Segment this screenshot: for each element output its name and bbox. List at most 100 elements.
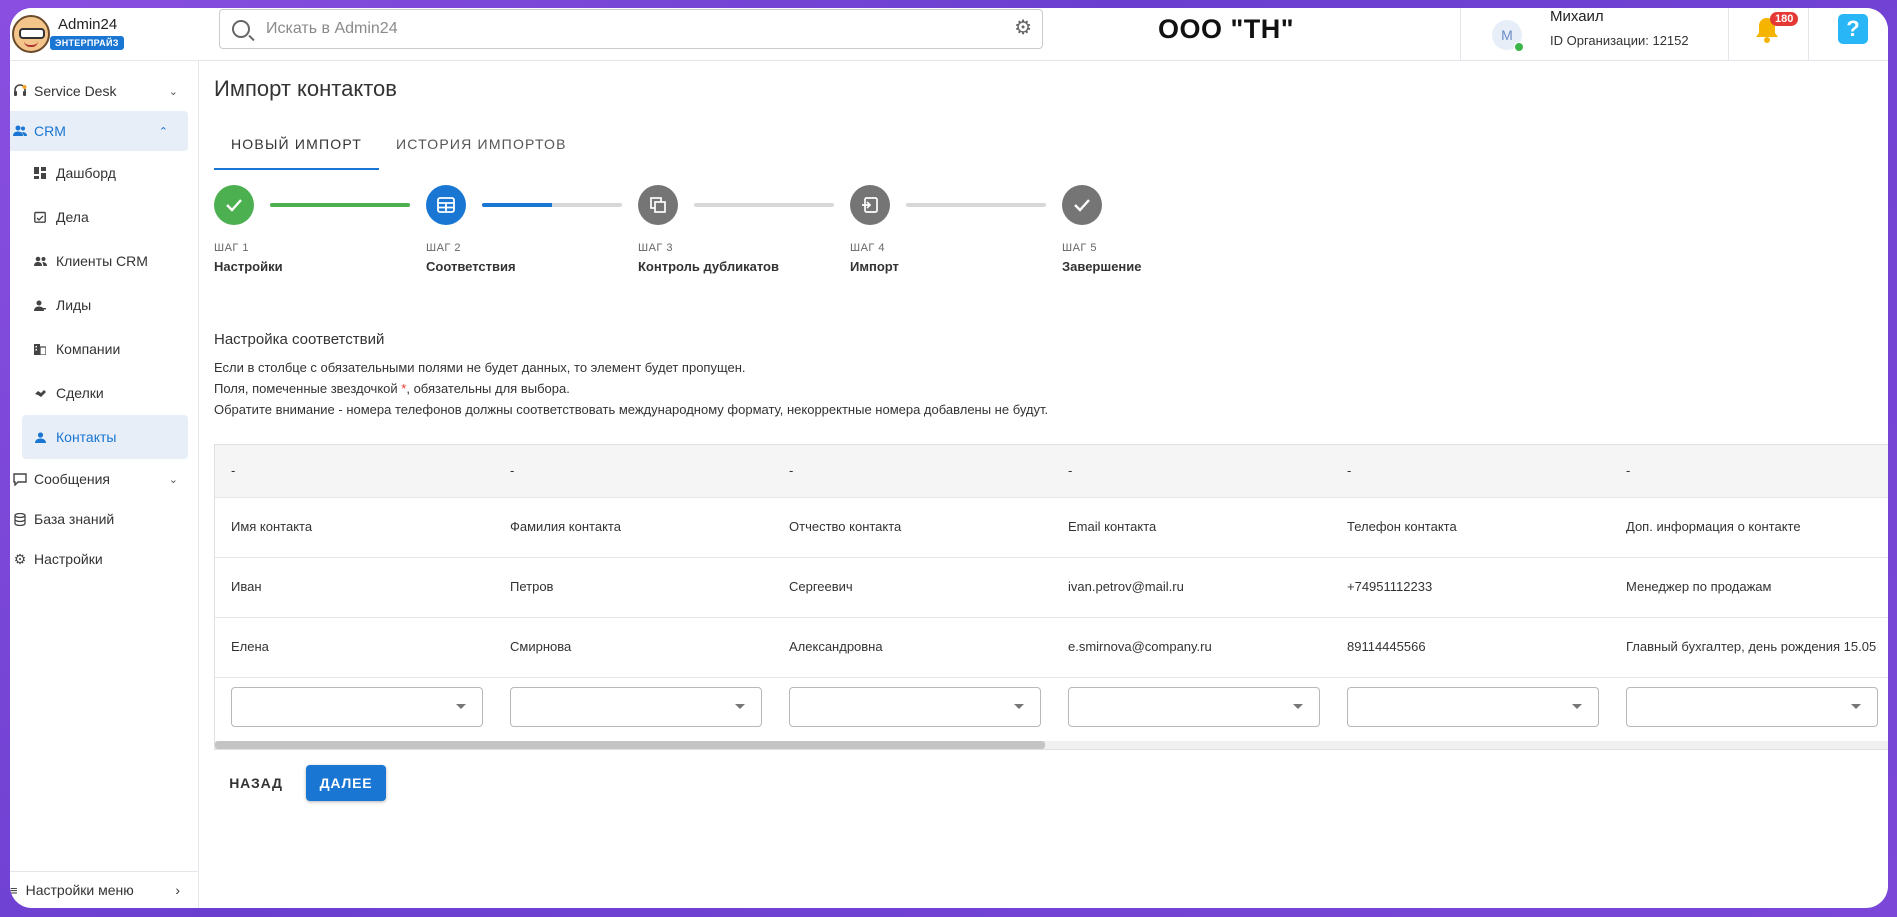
table-row: Иван Петров Сергеевич ivan.petrov@mail.r… [215,557,1888,618]
page-title: Импорт контактов [214,76,397,101]
field-select[interactable] [789,687,1041,727]
sidebar-item-deals[interactable]: Сделки [10,371,198,415]
step-2-table-icon [426,185,466,225]
sidebar-item-tasks[interactable]: Дела [10,195,198,239]
sidebar-item-label: База знаний [34,511,115,527]
sidebar-item-label: Сделки [56,385,104,401]
next-button[interactable]: ДАЛЕЕ [306,765,386,801]
step-connector [482,203,622,207]
back-button[interactable]: НАЗАД [214,765,298,801]
scrollbar-thumb[interactable] [215,741,1045,749]
step-label: Настройки [214,259,283,274]
organization-title: ООО "ТН" [1158,14,1295,44]
stepper: ШАГ 1 Настройки ШАГ 2 Соответствия ШАГ 3… [214,185,1154,295]
search-settings-gear-icon[interactable]: ⚙ [1014,18,1032,38]
sidebar-item-crm-clients[interactable]: Клиенты CRM [10,239,198,283]
table-cell: Телефон контакта [1347,519,1457,534]
app-name: Admin24 [58,16,118,33]
hint-text-part: , обязательны для выбора. [406,381,570,396]
calendar-check-icon [32,211,48,223]
sidebar-item-crm[interactable]: CRM ⌃ [10,111,188,151]
notification-count-badge: 180 [1770,12,1799,26]
field-select[interactable] [1068,687,1320,727]
user-name[interactable]: Михаил [1550,8,1604,25]
step-connector [694,203,834,207]
step-5-check-icon [1062,185,1102,225]
sidebar-item-companies[interactable]: Компании [10,327,198,371]
table-cell: Имя контакта [231,519,313,534]
table-cell: Елена [231,639,269,654]
search-input[interactable] [264,19,988,39]
chevron-down-icon: ⌄ [168,85,178,98]
sidebar-item-leads[interactable]: Лиды [10,283,198,327]
building-icon [32,343,48,355]
field-select[interactable] [1626,687,1878,727]
sidebar-item-knowledge-base[interactable]: База знаний [10,499,198,539]
logo-icon [12,15,50,53]
chevron-down-icon: ⌄ [168,473,178,486]
table-header-cell: - [1347,463,1352,478]
topbar: ⚙ ООО "ТН" М Михаил ID Организации: 1215… [198,8,1888,61]
table-cell: e.smirnova@company.ru [1068,639,1212,654]
table-header-cell: - [231,463,236,478]
tab-import-history[interactable]: ИСТОРИЯ ИМПОРТОВ [379,120,584,168]
hint-text: Если в столбце с обязательными полями не… [214,360,746,375]
online-status-dot [1514,42,1524,52]
table-cell: Петров [510,579,554,594]
table-header-cell: - [510,463,515,478]
step-number: ШАГ 5 [1062,242,1098,254]
sidebar-item-label: Service Desk [34,83,117,99]
step-number: ШАГ 2 [426,242,462,254]
step-3-copy-icon [638,185,678,225]
chevron-up-icon: ⌃ [158,125,168,138]
sidebar-item-settings[interactable]: ⚙ Настройки [10,539,198,579]
step-label: Соответствия [426,259,516,274]
step-label: Завершение [1062,259,1142,274]
person-add-icon [32,300,48,311]
step-connector [906,203,1046,207]
database-icon [12,511,28,527]
step-label: Импорт [850,259,899,274]
tab-new-import[interactable]: НОВЫЙ ИМПОРТ [214,120,380,170]
table-cell: Менеджер по продажам [1626,579,1772,594]
field-select[interactable] [1347,687,1599,727]
table-cell: Email контакта [1068,519,1157,534]
step-connector [270,203,410,207]
logo-area: Admin24 ЭНТЕРПРАЙЗ [10,8,198,61]
sidebar-item-messages[interactable]: Сообщения ⌄ [10,459,198,499]
sidebar-item-dashboard[interactable]: Дашборд [10,151,198,195]
sidebar-item-label: Контакты [56,429,117,445]
divider [1460,8,1461,60]
horizontal-scrollbar[interactable] [215,741,1888,749]
table-cell: Отчество контакта [789,519,902,534]
hint-text-part: Поля, помеченные звездочкой [214,381,402,396]
table-cell: Александровна [789,639,883,654]
field-select[interactable] [510,687,762,727]
section-title: Настройка соответствий [214,331,385,348]
help-button[interactable]: ? [1838,14,1868,44]
chevron-right-icon: › [175,882,180,898]
import-tabs: НОВЫЙ ИМПОРТ ИСТОРИЯ ИМПОРТОВ [214,120,584,170]
hint-text: Поля, помеченные звездочкой *, обязатель… [214,381,570,396]
sidebar-item-label: Сообщения [34,471,110,487]
sidebar: Admin24 ЭНТЕРПРАЙЗ Service Desk ⌄ CRM ⌃ [10,8,199,908]
table-cell: Смирнова [510,639,572,654]
sidebar-item-label: Клиенты CRM [56,253,148,269]
step-label: Контроль дубликатов [638,259,779,274]
menu-settings-button[interactable]: ≡ Настройки меню › [10,871,198,908]
headset-icon [12,83,28,99]
main-content: Импорт контактов НОВЫЙ ИМПОРТ ИСТОРИЯ ИМ… [214,60,1888,908]
sidebar-item-label: Лиды [56,297,92,313]
sidebar-item-contacts[interactable]: Контакты [22,415,188,459]
table-header-cell: - [1626,463,1631,478]
step-4-login-icon [850,185,890,225]
table-header-row: - - - - - - [215,445,1888,498]
sidebar-item-service-desk[interactable]: Service Desk ⌄ [10,71,198,111]
table-header-cell: - [1068,463,1073,478]
field-select[interactable] [231,687,483,727]
table-cell: Доп. информация о контакте [1626,519,1801,534]
sidebar-nav: Service Desk ⌄ CRM ⌃ Дашборд Дела Клиент… [10,61,198,579]
divider [1808,8,1809,60]
dashboard-icon [32,167,48,179]
step-number: ШАГ 1 [214,242,250,254]
